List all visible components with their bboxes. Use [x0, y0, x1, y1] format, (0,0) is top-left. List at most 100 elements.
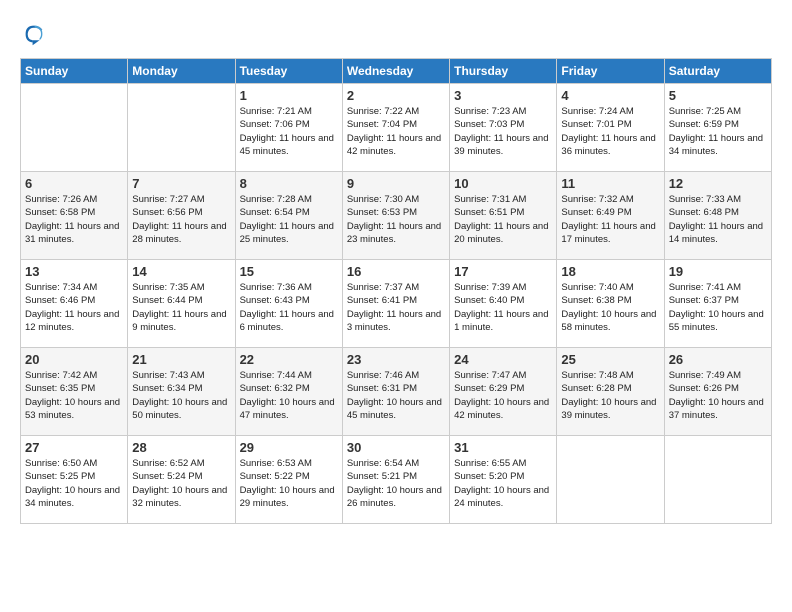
header-thursday: Thursday: [450, 59, 557, 84]
day-number: 18: [561, 264, 659, 279]
calendar-cell: 18 Sunrise: 7:40 AM Sunset: 6:38 PM Dayli…: [557, 260, 664, 348]
calendar-cell: 11 Sunrise: 7:32 AM Sunset: 6:49 PM Dayli…: [557, 172, 664, 260]
calendar-cell: 24 Sunrise: 7:47 AM Sunset: 6:29 PM Dayli…: [450, 348, 557, 436]
day-info: Sunrise: 7:44 AM Sunset: 6:32 PM Dayligh…: [240, 369, 338, 422]
header-friday: Friday: [557, 59, 664, 84]
day-number: 30: [347, 440, 445, 455]
calendar-cell: 20Sunrise: 7:42 AM Sunset: 6:35 PM Dayli…: [21, 348, 128, 436]
day-number: 12: [669, 176, 767, 191]
week-row-3: 13Sunrise: 7:34 AM Sunset: 6:46 PM Dayli…: [21, 260, 772, 348]
day-number: 11: [561, 176, 659, 191]
week-row-2: 6 Sunrise: 7:26 AM Sunset: 6:58 PM Daylig…: [21, 172, 772, 260]
week-row-1: 1 Sunrise: 7:21 AM Sunset: 7:06 PM Daylig…: [21, 84, 772, 172]
day-number: 22: [240, 352, 338, 367]
calendar-cell: 4Sunrise: 7:24 AM Sunset: 7:01 PM Daylig…: [557, 84, 664, 172]
calendar-cell: 9 Sunrise: 7:30 AM Sunset: 6:53 PM Daylig…: [342, 172, 449, 260]
calendar-cell: 27 Sunrise: 6:50 AM Sunset: 5:25 PM Dayli…: [21, 436, 128, 524]
day-number: 9: [347, 176, 445, 191]
day-info: Sunrise: 7:48 AM Sunset: 6:28 PM Dayligh…: [561, 369, 659, 422]
day-info: Sunrise: 7:43 AM Sunset: 6:34 PM Dayligh…: [132, 369, 230, 422]
calendar-cell: [21, 84, 128, 172]
day-info: Sunrise: 7:46 AM Sunset: 6:31 PM Dayligh…: [347, 369, 445, 422]
logo: [20, 20, 52, 48]
calendar-cell: 22 Sunrise: 7:44 AM Sunset: 6:32 PM Dayli…: [235, 348, 342, 436]
day-number: 25: [561, 352, 659, 367]
day-info: Sunrise: 7:31 AM Sunset: 6:51 PM Dayligh…: [454, 193, 552, 246]
day-info: Sunrise: 7:41 AM Sunset: 6:37 PM Dayligh…: [669, 281, 767, 334]
day-number: 14: [132, 264, 230, 279]
day-info: Sunrise: 7:25 AM Sunset: 6:59 PM Dayligh…: [669, 105, 767, 158]
header-monday: Monday: [128, 59, 235, 84]
day-number: 5: [669, 88, 767, 103]
day-info: Sunrise: 6:55 AM Sunset: 5:20 PM Dayligh…: [454, 457, 552, 510]
day-number: 2: [347, 88, 445, 103]
day-info: Sunrise: 7:40 AM Sunset: 6:38 PM Dayligh…: [561, 281, 659, 334]
day-number: 21: [132, 352, 230, 367]
day-info: Sunrise: 6:54 AM Sunset: 5:21 PM Dayligh…: [347, 457, 445, 510]
calendar-cell: 29 Sunrise: 6:53 AM Sunset: 5:22 PM Dayli…: [235, 436, 342, 524]
day-info: Sunrise: 7:33 AM Sunset: 6:48 PM Dayligh…: [669, 193, 767, 246]
day-info: Sunrise: 7:47 AM Sunset: 6:29 PM Dayligh…: [454, 369, 552, 422]
day-number: 15: [240, 264, 338, 279]
header-wednesday: Wednesday: [342, 59, 449, 84]
calendar-cell: 28 Sunrise: 6:52 AM Sunset: 5:24 PM Dayli…: [128, 436, 235, 524]
calendar-cell: 17Sunrise: 7:39 AM Sunset: 6:40 PM Dayli…: [450, 260, 557, 348]
day-info: Sunrise: 6:52 AM Sunset: 5:24 PM Dayligh…: [132, 457, 230, 510]
day-number: 31: [454, 440, 552, 455]
day-info: Sunrise: 7:24 AM Sunset: 7:01 PM Dayligh…: [561, 105, 659, 158]
day-number: 28: [132, 440, 230, 455]
day-number: 20: [25, 352, 123, 367]
day-number: 26: [669, 352, 767, 367]
day-number: 24: [454, 352, 552, 367]
week-row-4: 20Sunrise: 7:42 AM Sunset: 6:35 PM Dayli…: [21, 348, 772, 436]
calendar-cell: [557, 436, 664, 524]
calendar-cell: 21 Sunrise: 7:43 AM Sunset: 6:34 PM Dayli…: [128, 348, 235, 436]
day-number: 27: [25, 440, 123, 455]
day-number: 29: [240, 440, 338, 455]
calendar-cell: 23Sunrise: 7:46 AM Sunset: 6:31 PM Dayli…: [342, 348, 449, 436]
calendar-cell: 1 Sunrise: 7:21 AM Sunset: 7:06 PM Daylig…: [235, 84, 342, 172]
calendar-cell: 6 Sunrise: 7:26 AM Sunset: 6:58 PM Daylig…: [21, 172, 128, 260]
day-info: Sunrise: 7:22 AM Sunset: 7:04 PM Dayligh…: [347, 105, 445, 158]
day-number: 3: [454, 88, 552, 103]
day-info: Sunrise: 7:32 AM Sunset: 6:49 PM Dayligh…: [561, 193, 659, 246]
calendar-cell: 30 Sunrise: 6:54 AM Sunset: 5:21 PM Dayli…: [342, 436, 449, 524]
page-header: [20, 20, 772, 48]
day-number: 19: [669, 264, 767, 279]
day-info: Sunrise: 7:26 AM Sunset: 6:58 PM Dayligh…: [25, 193, 123, 246]
calendar-cell: 13Sunrise: 7:34 AM Sunset: 6:46 PM Dayli…: [21, 260, 128, 348]
calendar-cell: 7Sunrise: 7:27 AM Sunset: 6:56 PM Daylig…: [128, 172, 235, 260]
day-info: Sunrise: 7:49 AM Sunset: 6:26 PM Dayligh…: [669, 369, 767, 422]
day-info: Sunrise: 7:37 AM Sunset: 6:41 PM Dayligh…: [347, 281, 445, 334]
calendar-cell: 26 Sunrise: 7:49 AM Sunset: 6:26 PM Dayli…: [664, 348, 771, 436]
header-sunday: Sunday: [21, 59, 128, 84]
calendar-cell: 3 Sunrise: 7:23 AM Sunset: 7:03 PM Daylig…: [450, 84, 557, 172]
header-tuesday: Tuesday: [235, 59, 342, 84]
day-info: Sunrise: 7:23 AM Sunset: 7:03 PM Dayligh…: [454, 105, 552, 158]
calendar-cell: 5 Sunrise: 7:25 AM Sunset: 6:59 PM Daylig…: [664, 84, 771, 172]
calendar-cell: 31 Sunrise: 6:55 AM Sunset: 5:20 PM Dayli…: [450, 436, 557, 524]
day-info: Sunrise: 7:30 AM Sunset: 6:53 PM Dayligh…: [347, 193, 445, 246]
calendar-cell: 12 Sunrise: 7:33 AM Sunset: 6:48 PM Dayli…: [664, 172, 771, 260]
calendar-cell: 14 Sunrise: 7:35 AM Sunset: 6:44 PM Dayli…: [128, 260, 235, 348]
day-info: Sunrise: 7:36 AM Sunset: 6:43 PM Dayligh…: [240, 281, 338, 334]
day-number: 6: [25, 176, 123, 191]
day-info: Sunrise: 6:53 AM Sunset: 5:22 PM Dayligh…: [240, 457, 338, 510]
week-row-5: 27 Sunrise: 6:50 AM Sunset: 5:25 PM Dayli…: [21, 436, 772, 524]
calendar-cell: 8 Sunrise: 7:28 AM Sunset: 6:54 PM Daylig…: [235, 172, 342, 260]
day-number: 7: [132, 176, 230, 191]
day-number: 13: [25, 264, 123, 279]
day-info: Sunrise: 7:39 AM Sunset: 6:40 PM Dayligh…: [454, 281, 552, 334]
day-number: 8: [240, 176, 338, 191]
day-info: Sunrise: 7:28 AM Sunset: 6:54 PM Dayligh…: [240, 193, 338, 246]
day-info: Sunrise: 6:50 AM Sunset: 5:25 PM Dayligh…: [25, 457, 123, 510]
calendar-cell: 2 Sunrise: 7:22 AM Sunset: 7:04 PM Daylig…: [342, 84, 449, 172]
calendar-cell: [664, 436, 771, 524]
day-number: 1: [240, 88, 338, 103]
calendar-cell: 16Sunrise: 7:37 AM Sunset: 6:41 PM Dayli…: [342, 260, 449, 348]
calendar-cell: 19 Sunrise: 7:41 AM Sunset: 6:37 PM Dayli…: [664, 260, 771, 348]
day-info: Sunrise: 7:35 AM Sunset: 6:44 PM Dayligh…: [132, 281, 230, 334]
logo-icon: [20, 20, 48, 48]
day-info: Sunrise: 7:21 AM Sunset: 7:06 PM Dayligh…: [240, 105, 338, 158]
calendar-cell: [128, 84, 235, 172]
